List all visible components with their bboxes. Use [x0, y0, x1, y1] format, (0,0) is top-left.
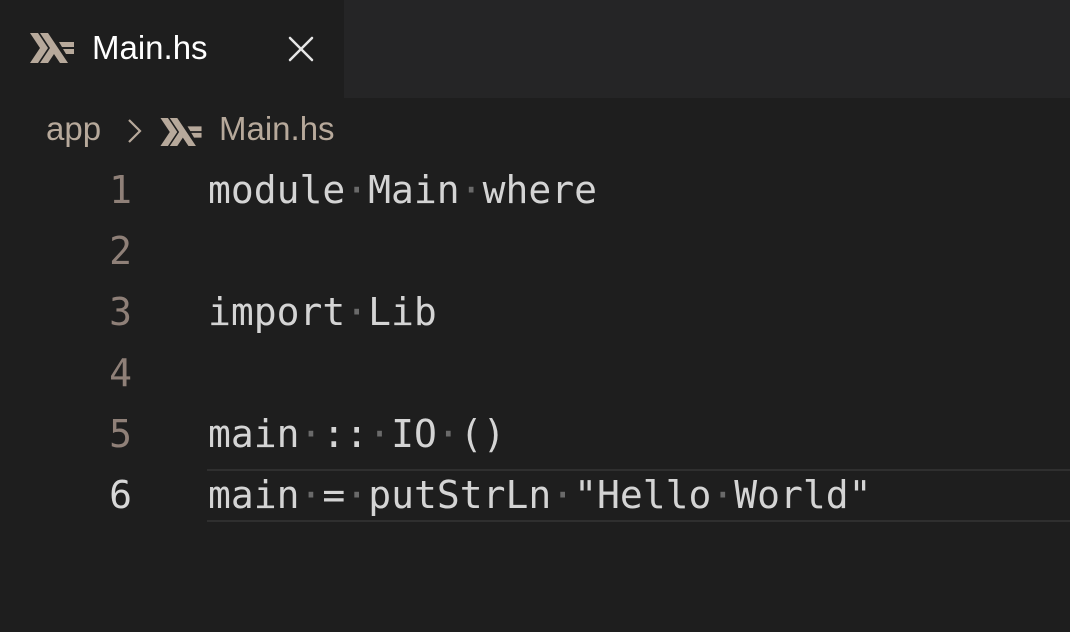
whitespace-dot: · [299, 473, 323, 517]
code-token: where [482, 168, 597, 212]
code-token: Main [368, 168, 460, 212]
tab-main-hs[interactable]: Main.hs [0, 0, 344, 98]
code-token: main [208, 412, 300, 456]
code-text[interactable]: main·::·IO·() [208, 404, 505, 465]
code-token: World" [734, 473, 872, 517]
whitespace-dot: · [345, 473, 369, 517]
chevron-right-icon [128, 119, 142, 143]
code-line: 5 main·::·IO·() [0, 404, 1070, 465]
code-token: module [208, 168, 346, 212]
line-number: 3 [109, 290, 132, 334]
breadcrumb-file-main-hs[interactable]: Main.hs [219, 109, 335, 149]
haskell-icon [30, 33, 74, 63]
code-token: main [208, 473, 300, 517]
code-text[interactable]: main·=·putStrLn·"Hello·World" [208, 465, 872, 526]
line-number: 4 [109, 351, 132, 395]
line-number: 6 [109, 473, 132, 517]
code-token: IO [391, 412, 437, 456]
code-token: :: [322, 412, 369, 456]
code-token: import [208, 290, 346, 334]
breadcrumb-folder-app[interactable]: app [46, 109, 101, 149]
whitespace-dot: · [368, 412, 392, 456]
code-editor[interactable]: 1 module·Main·where 2 3 import·Lib 4 5 m… [0, 160, 1070, 632]
whitespace-dot: · [436, 412, 460, 456]
close-icon[interactable] [283, 31, 319, 67]
code-line: 1 module·Main·where [0, 160, 1070, 221]
whitespace-dot: · [345, 290, 369, 334]
code-line: 2 [0, 221, 1070, 282]
haskell-icon [160, 118, 202, 146]
whitespace-dot: · [711, 473, 735, 517]
line-number: 2 [109, 229, 132, 273]
code-token: = [322, 473, 346, 517]
code-line-current: 6 main·=·putStrLn·"Hello·World" [0, 465, 1070, 526]
breadcrumb: app Main.hs [0, 98, 1070, 160]
code-text[interactable]: module·Main·where [208, 160, 597, 221]
code-token: Lib [368, 290, 437, 334]
code-text[interactable]: import·Lib [208, 282, 437, 343]
tab-title: Main.hs [92, 29, 208, 66]
whitespace-dot: · [459, 168, 483, 212]
whitespace-dot: · [345, 168, 369, 212]
code-token: putStrLn [368, 473, 552, 517]
line-number: 1 [109, 168, 132, 212]
line-number: 5 [109, 412, 132, 456]
whitespace-dot: · [551, 473, 575, 517]
tab-bar: Main.hs [0, 0, 1070, 98]
code-line: 3 import·Lib [0, 282, 1070, 343]
code-token: "Hello [574, 473, 712, 517]
code-line: 4 [0, 343, 1070, 404]
code-token: () [459, 412, 506, 456]
whitespace-dot: · [299, 412, 323, 456]
